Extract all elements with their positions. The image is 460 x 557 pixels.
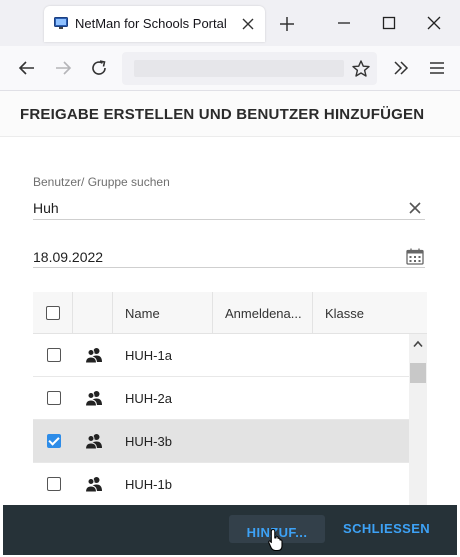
- grid-rows: HUH-1a HUH-2a HUH-3b HUH-1b: [33, 334, 409, 506]
- close-tab-icon[interactable]: [240, 16, 256, 32]
- hand-cursor-icon: [268, 528, 283, 552]
- maximize-icon[interactable]: [382, 16, 396, 30]
- minimize-icon[interactable]: [337, 16, 351, 30]
- forward-arrow-icon[interactable]: [53, 58, 73, 78]
- table-row[interactable]: HUH-2a: [33, 377, 409, 420]
- column-header-class[interactable]: Klasse: [313, 292, 427, 334]
- select-all-checkbox[interactable]: [46, 306, 60, 320]
- table-row[interactable]: HUH-1a: [33, 334, 409, 377]
- group-icon: [85, 348, 102, 363]
- calendar-icon[interactable]: [406, 248, 424, 265]
- tab-title: NetMan for Schools Portal: [75, 16, 227, 31]
- column-header-label: Klasse: [325, 306, 365, 321]
- browser-toolbar: [0, 46, 460, 91]
- bookmark-star-icon[interactable]: [351, 59, 371, 79]
- row-checkbox[interactable]: [47, 391, 61, 405]
- new-tab-icon[interactable]: [279, 16, 295, 32]
- grid-header: Name Anmeldena... Klasse: [33, 292, 427, 334]
- table-row[interactable]: HUH-1b: [33, 463, 409, 506]
- column-header-label: Name: [125, 306, 160, 321]
- scroll-up-icon[interactable]: [413, 340, 423, 348]
- browser-titlebar: NetMan for Schools Portal: [0, 0, 460, 46]
- row-name: HUH-1a: [125, 348, 172, 363]
- search-label: Benutzer/ Gruppe suchen: [33, 175, 170, 189]
- row-name: HUH-2a: [125, 391, 172, 406]
- portal-favicon-icon: [54, 17, 68, 29]
- group-icon: [85, 434, 102, 449]
- user-group-grid: Name Anmeldena... Klasse HUH-1a HUH-2a H…: [33, 292, 427, 506]
- group-icon: [85, 477, 102, 492]
- table-row[interactable]: HUH-3b: [33, 420, 409, 463]
- dialog-header: FREIGABE ERSTELLEN UND BENUTZER HINZUFÜG…: [0, 91, 460, 137]
- back-arrow-icon[interactable]: [17, 58, 37, 78]
- address-redacted: [134, 60, 344, 77]
- clear-search-icon[interactable]: [407, 200, 423, 216]
- row-checkbox[interactable]: [47, 434, 61, 448]
- type-column-header: [73, 292, 113, 334]
- date-field[interactable]: [33, 246, 425, 268]
- browser-tab[interactable]: NetMan for Schools Portal: [44, 6, 265, 42]
- column-header-label: Anmeldena...: [225, 306, 302, 321]
- row-name: HUH-3b: [125, 434, 172, 449]
- scroll-thumb[interactable]: [410, 363, 426, 383]
- close-button[interactable]: SCHLIESSEN: [343, 521, 430, 536]
- group-icon: [85, 391, 102, 406]
- menu-hamburger-icon[interactable]: [427, 58, 447, 78]
- grid-scrollbar[interactable]: [409, 334, 427, 506]
- reload-icon[interactable]: [89, 58, 109, 78]
- search-input[interactable]: [33, 197, 425, 220]
- row-checkbox[interactable]: [47, 348, 61, 362]
- column-header-login[interactable]: Anmeldena...: [213, 292, 313, 334]
- select-all-cell: [33, 292, 73, 334]
- dialog-footer: HINZUF... SCHLIESSEN: [3, 505, 457, 555]
- page-title: FREIGABE ERSTELLEN UND BENUTZER HINZUFÜG…: [20, 106, 425, 123]
- overflow-chevrons-icon[interactable]: [391, 58, 411, 78]
- row-checkbox[interactable]: [47, 477, 61, 491]
- column-header-name[interactable]: Name: [113, 292, 213, 334]
- page-content: FREIGABE ERSTELLEN UND BENUTZER HINZUFÜG…: [0, 91, 460, 557]
- row-name: HUH-1b: [125, 477, 172, 492]
- address-bar[interactable]: [122, 52, 377, 85]
- close-window-icon[interactable]: [427, 16, 441, 30]
